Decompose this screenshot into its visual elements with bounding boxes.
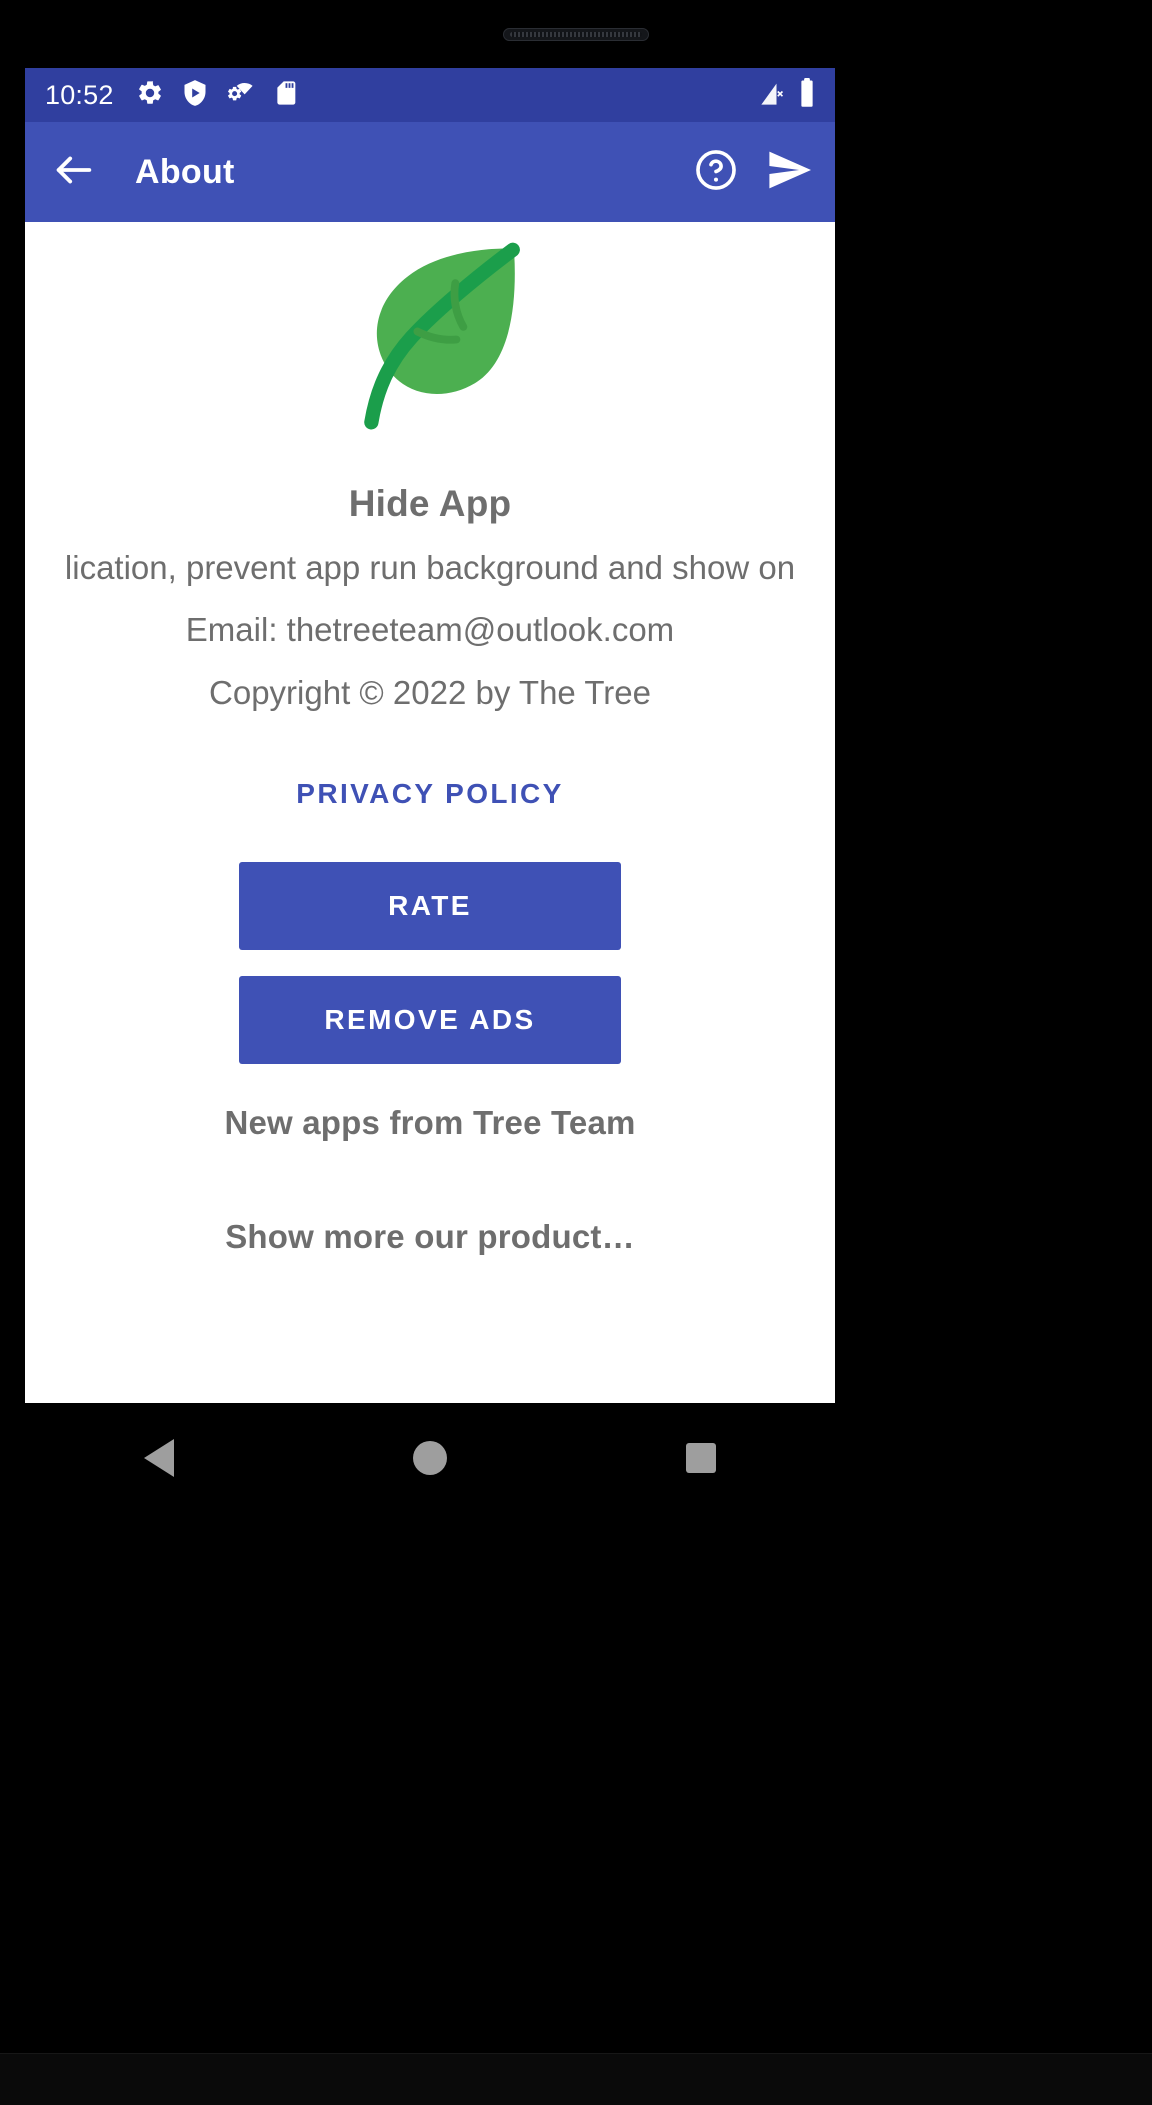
sd-card-icon bbox=[273, 79, 299, 112]
battery-full-icon bbox=[797, 77, 817, 113]
device-bottom-edge bbox=[0, 2053, 1152, 2105]
play-protect-shield-icon bbox=[181, 79, 209, 112]
nav-recents-square-icon[interactable] bbox=[685, 1443, 716, 1473]
device-frame: 10:52 About Hide App lication, prevent a… bbox=[0, 0, 1152, 2105]
earpiece-speaker-grille bbox=[503, 28, 649, 41]
device-top-bezel bbox=[0, 0, 1152, 68]
new-apps-heading: New apps from Tree Team bbox=[224, 1103, 636, 1141]
nav-home-circle-icon[interactable] bbox=[412, 1441, 447, 1475]
phone-screen: 10:52 About Hide App lication, prevent a… bbox=[25, 68, 835, 1403]
privacy-policy-link[interactable]: PRIVACY POLICY bbox=[25, 778, 835, 810]
about-content: Hide App lication, prevent app run backg… bbox=[25, 222, 835, 1403]
back-arrow-icon[interactable] bbox=[51, 147, 97, 198]
app-description-text: lication, prevent app run background and… bbox=[64, 549, 796, 586]
copyright-text: Copyright © 2022 by The Tree bbox=[209, 674, 651, 712]
show-more-products-link[interactable]: Show more our product… bbox=[25, 1218, 835, 1256]
nav-back-triangle-icon[interactable] bbox=[144, 1439, 175, 1477]
remove-ads-button[interactable]: REMOVE ADS bbox=[239, 975, 621, 1064]
page-title: About bbox=[135, 152, 235, 191]
app-logo-container bbox=[25, 222, 835, 471]
settings-gear-icon bbox=[136, 79, 164, 112]
status-bar-clock: 10:52 bbox=[45, 79, 114, 110]
app-name-title: Hide App bbox=[348, 483, 512, 524]
green-leaf-logo bbox=[315, 236, 545, 471]
help-circle-icon[interactable] bbox=[693, 147, 739, 198]
status-bar-notification-icons bbox=[136, 79, 299, 112]
app-toolbar: About bbox=[25, 122, 835, 222]
status-bar-system-icons bbox=[759, 77, 817, 113]
system-navigation-bar bbox=[25, 1403, 835, 1513]
signal-no-service-icon bbox=[759, 79, 787, 112]
gear-wifi-icon bbox=[226, 79, 256, 112]
app-description: lication, prevent app run background and… bbox=[25, 549, 835, 587]
status-bar: 10:52 bbox=[25, 68, 835, 122]
contact-email: Email: thetreeteam@outlook.com bbox=[185, 611, 675, 648]
device-bottom-bezel bbox=[0, 1513, 1152, 2105]
speaker-grille-dots bbox=[510, 32, 642, 37]
rate-button[interactable]: RATE bbox=[239, 861, 621, 950]
send-icon[interactable] bbox=[765, 146, 813, 199]
